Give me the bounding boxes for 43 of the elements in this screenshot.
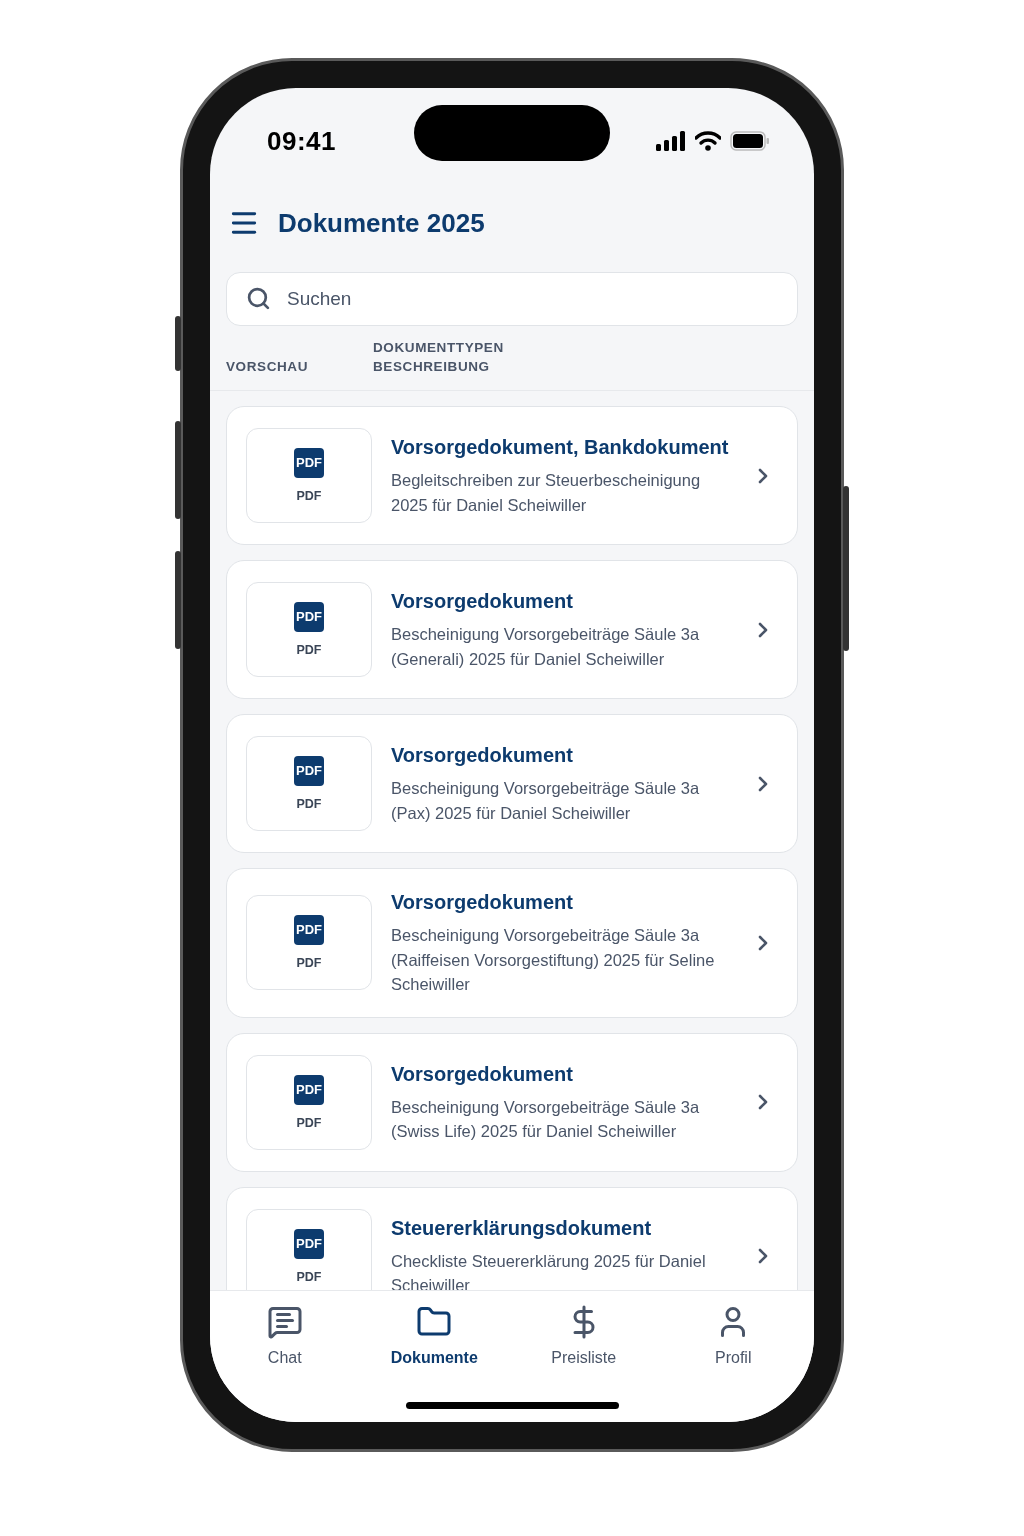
file-format: PDF: [296, 489, 322, 503]
document-type: Vorsorgedokument: [391, 1061, 574, 1087]
file-format: PDF: [296, 1269, 322, 1284]
document-card[interactable]: PDF PDF Vorsorgedokument Bescheinigung Vorsorgebeiträge Säule 3a (Swiss Life) 2025 für Daniel Scheiwiller: [226, 1032, 798, 1172]
pdf-icon: PDF: [294, 1074, 324, 1105]
column-header: DOKUMENTTYPEN: [373, 339, 504, 357]
pdf-icon: PDF: [294, 915, 324, 946]
pdf-icon: PDF: [294, 756, 324, 786]
document-card[interactable]: PDF PDF Vorsorgedokument Bescheinigung Vorsorgebeiträge Säule 3a (Generali) 2025 für Daniel Scheiwiller: [226, 560, 798, 699]
document-description: Bescheinigung Vorsorgebeiträge Säule 3a (Pax) 2025 für Daniel Scheiwiller: [391, 778, 701, 824]
document-description: Bescheinigung Vorsorgebeiträge Säule 3a (Raiffeisen Vorsorgestiftung) 2025 für Seline Scheiwiller: [391, 925, 716, 995]
search-icon: [246, 286, 271, 311]
document-description: Bescheinigung Vorsorgebeiträge Säule 3a (Generali) 2025 für Daniel Scheiwiller: [391, 624, 701, 670]
document-card[interactable]: PDF PDF Vorsorgedokument, Bankdokument Begleitschreiben zur Steuerbescheinigung 2025 für Daniel Scheiwiller: [226, 406, 798, 545]
page-title: Dokumente 2025: [278, 207, 485, 239]
document-description: Bescheinigung Vorsorgebeiträge Säule 3a (Swiss Life) 2025 für Daniel Scheiwiller: [391, 1096, 701, 1142]
battery-icon: [730, 131, 770, 151]
column-header: BESCHREIBUNG: [373, 358, 491, 376]
document-type: Vorsorgedokument, Bankdokument: [391, 435, 730, 460]
pdf-icon: PDF: [294, 602, 324, 632]
file-format: PDF: [296, 643, 322, 657]
pdf-icon: PDF: [294, 448, 324, 478]
document-type: Steuererklärungsdokument: [391, 1215, 653, 1241]
tab-bar-item[interactable]: Chat: [210, 1304, 360, 1367]
chat-icon: [266, 1304, 303, 1340]
file-format: PDF: [296, 956, 322, 971]
document-type: Vorsorgedokument: [391, 589, 574, 614]
document-type: Vorsorgedokument: [391, 890, 574, 915]
tab-bar-item[interactable]: Preisliste: [509, 1304, 659, 1367]
column-header: VORSCHAU: [226, 358, 310, 376]
status-time: 09:41: [267, 125, 336, 157]
document-type: Vorsorgedokument: [391, 743, 574, 768]
signal-icon: [656, 131, 686, 151]
tab-bar-item[interactable]: Profil: [658, 1304, 808, 1367]
document-description: Begleitschreiben zur Steuerbescheinigung 2025 für Daniel Scheiwiller: [391, 470, 702, 516]
tab-bar-item[interactable]: Dokumente: [359, 1304, 509, 1367]
document-card[interactable]: PDF PDF Vorsorgedokument Bescheinigung Vorsorgebeiträge Säule 3a (Raiffeisen Vorsorgestiftung) 2025 für Seline Scheiwiller: [226, 868, 798, 1018]
wifi-icon: [695, 131, 721, 151]
file-format: PDF: [296, 797, 322, 811]
file-format: PDF: [296, 1115, 322, 1130]
pdf-icon: PDF: [294, 1228, 324, 1259]
document-card[interactable]: PDF PDF Vorsorgedokument Bescheinigung Vorsorgebeiträge Säule 3a (Pax) 2025 für Daniel Scheiwiller: [226, 714, 798, 853]
search-field[interactable]: Suchen: [226, 272, 798, 326]
